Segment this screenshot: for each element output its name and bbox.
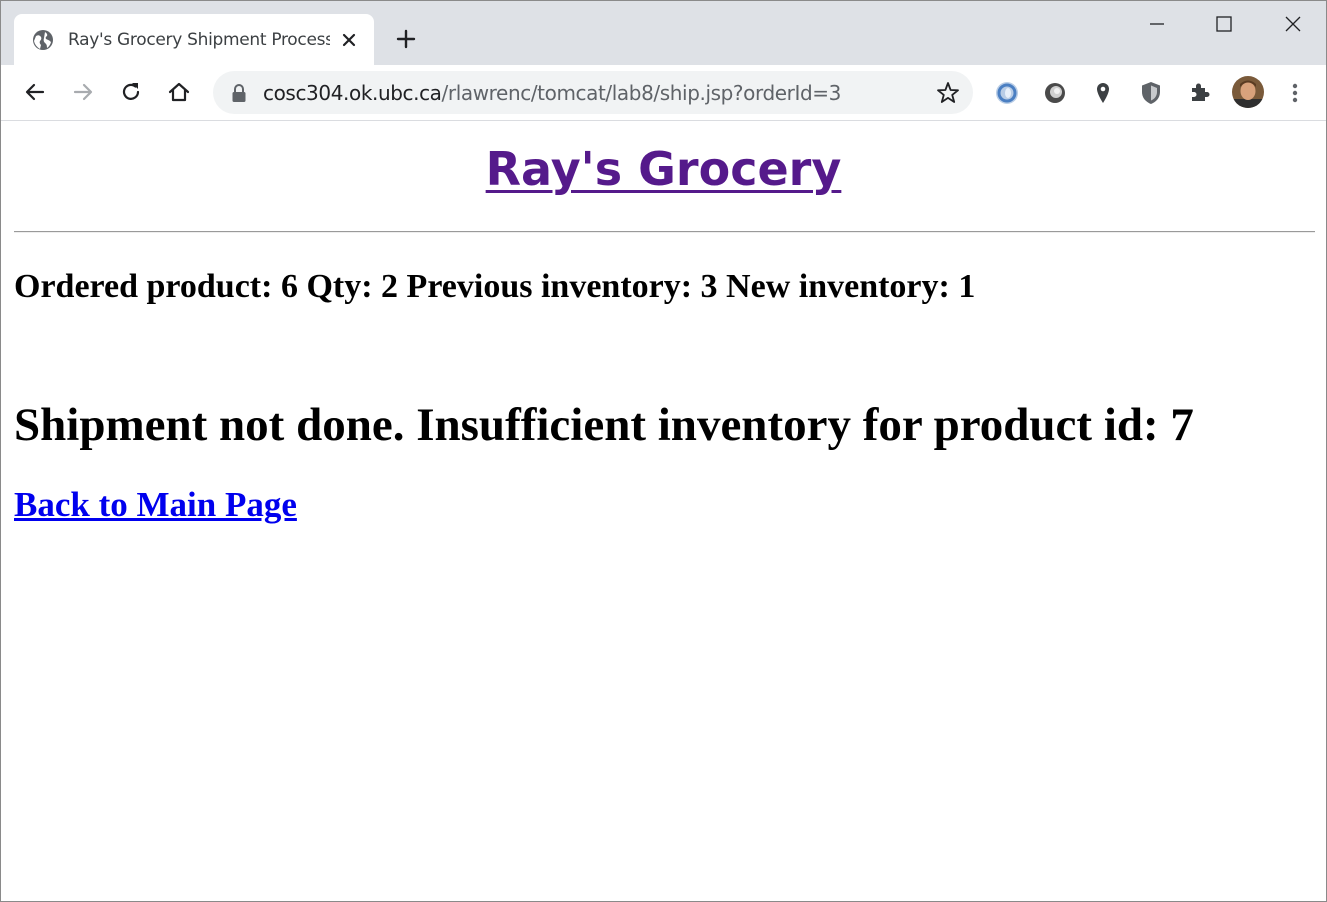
- forward-icon[interactable]: [70, 79, 96, 105]
- profile-avatar[interactable]: [1231, 75, 1265, 109]
- page-content: Ray's Grocery Ordered product: 6 Qty: 2 …: [1, 121, 1326, 901]
- browser-window: Ray's Grocery Shipment Processing: [0, 0, 1327, 902]
- puzzle-icon[interactable]: [1185, 79, 1213, 107]
- order-summary: Ordered product: 6 Qty: 2 Previous inven…: [14, 268, 976, 305]
- tab-strip: Ray's Grocery Shipment Processing: [1, 1, 1326, 65]
- close-icon[interactable]: [339, 30, 359, 50]
- shipment-status-message: Shipment not done. Insufficient inventor…: [14, 399, 1194, 451]
- home-icon[interactable]: [166, 79, 192, 105]
- lock-icon[interactable]: [230, 83, 248, 103]
- back-link-container: Back to Main Page: [14, 483, 297, 527]
- location-pin-icon[interactable]: [1089, 79, 1117, 107]
- globe-icon: [33, 30, 53, 50]
- minimize-icon[interactable]: [1144, 11, 1170, 37]
- tab-title: Ray's Grocery Shipment Processing: [68, 30, 330, 50]
- new-tab-button[interactable]: [394, 27, 418, 51]
- divider: [14, 231, 1315, 233]
- site-title-link[interactable]: Ray's Grocery: [486, 142, 842, 196]
- back-to-main-link[interactable]: Back to Main Page: [14, 485, 297, 524]
- tab-active[interactable]: Ray's Grocery Shipment Processing: [14, 14, 374, 65]
- extension-blue-ring-icon[interactable]: [993, 79, 1021, 107]
- url-path: /rlawrenc/tomcat/lab8/ship.jsp?orderId=3: [441, 81, 842, 105]
- extension-gray-orb-icon[interactable]: [1041, 79, 1069, 107]
- shield-icon[interactable]: [1137, 79, 1165, 107]
- kebab-menu-icon[interactable]: [1281, 79, 1309, 107]
- site-title: Ray's Grocery: [1, 141, 1326, 197]
- maximize-icon[interactable]: [1211, 11, 1237, 37]
- reload-icon[interactable]: [118, 79, 144, 105]
- back-icon[interactable]: [22, 79, 48, 105]
- url-text[interactable]: cosc304.ok.ubc.ca/rlawrenc/tomcat/lab8/s…: [263, 80, 841, 106]
- star-icon[interactable]: [935, 80, 961, 106]
- browser-toolbar: cosc304.ok.ubc.ca/rlawrenc/tomcat/lab8/s…: [1, 65, 1326, 121]
- window-close-icon[interactable]: [1280, 11, 1306, 37]
- url-host: cosc304.ok.ubc.ca: [263, 81, 442, 105]
- address-bar[interactable]: cosc304.ok.ubc.ca/rlawrenc/tomcat/lab8/s…: [213, 71, 973, 114]
